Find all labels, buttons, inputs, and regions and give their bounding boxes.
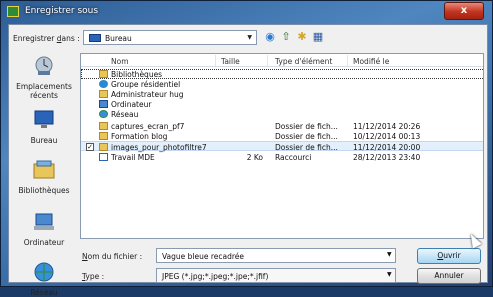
column-size[interactable]: Taille — [221, 57, 240, 66]
location-dropdown[interactable]: Bureau ▼ — [83, 30, 257, 45]
place-libraries[interactable]: Bibliothèques — [12, 159, 76, 195]
computer-icon — [34, 213, 54, 230]
cancel-button[interactable]: Annuler — [417, 268, 481, 284]
filename-input[interactable]: Vague bleue recadrée — [156, 248, 396, 263]
close-button[interactable]: x — [444, 2, 484, 20]
filetype-label: Type : — [82, 272, 105, 281]
list-item[interactable]: captures_ecran_pf7 Dossier de fich... 11… — [81, 121, 483, 131]
up-folder-icon[interactable]: ⇧ — [279, 30, 293, 44]
file-name: Ordinateur — [111, 100, 152, 109]
list-item[interactable]: Administrateur hug — [81, 89, 483, 99]
place-label: Bureau — [30, 136, 58, 145]
list-item[interactable]: Ordinateur — [81, 99, 483, 109]
view-menu-icon[interactable]: ▦ — [311, 30, 325, 44]
desktop-icon — [34, 110, 54, 128]
computer-icon — [99, 100, 108, 108]
list-item[interactable]: Travail MDE 2 Ko Raccourci 28/12/2013 23… — [81, 152, 483, 162]
file-type: Dossier de fich... — [275, 132, 338, 141]
window-title: Enregistrer sous — [25, 6, 99, 16]
file-name: Bibliothèques — [111, 70, 163, 79]
place-label: Réseau — [30, 288, 58, 297]
chevron-down-icon[interactable]: ▼ — [387, 251, 392, 258]
places-bar: Emplacements récents Bureau Bibliothèque… — [12, 53, 76, 297]
file-type: Dossier de fich... — [275, 143, 338, 152]
file-modified: 11/12/2014 20:00 — [353, 143, 421, 152]
chevron-down-icon[interactable]: ▼ — [387, 271, 392, 278]
file-name: captures_ecran_pf7 — [111, 122, 185, 131]
place-label: Bibliothèques — [18, 186, 70, 195]
place-label: Emplacements récents — [16, 82, 72, 100]
file-modified: 11/12/2014 20:26 — [353, 122, 421, 131]
list-item-selected[interactable]: ✓ images_pour_photofiltre7 Dossier de fi… — [81, 141, 483, 152]
place-network[interactable]: Réseau — [12, 261, 76, 297]
chevron-down-icon: ▼ — [247, 34, 252, 41]
filetype-select[interactable]: JPEG (*.jpg;*.jpeg;*.jpe;*.jfif) — [156, 268, 396, 283]
column-divider — [215, 55, 216, 66]
file-modified: 28/12/2013 23:40 — [353, 153, 421, 162]
folder-icon — [99, 143, 108, 151]
list-item[interactable]: Bibliothèques — [81, 69, 483, 79]
open-button[interactable]: Ouvrir — [417, 248, 481, 264]
file-type: Raccourci — [275, 153, 312, 162]
place-recent[interactable]: Emplacements récents — [12, 55, 76, 100]
recent-places-icon — [35, 56, 53, 75]
column-modified[interactable]: Modifié le — [353, 57, 389, 66]
libraries-icon — [99, 70, 108, 78]
location-value: Bureau — [105, 34, 132, 43]
title-bar: Enregistrer sous x — [1, 1, 493, 23]
file-modified: 10/12/2014 00:13 — [353, 132, 421, 141]
column-name[interactable]: Nom — [111, 57, 129, 66]
file-name: Réseau — [111, 110, 139, 119]
file-size: 2 Ko — [246, 153, 263, 162]
network-icon — [34, 262, 54, 282]
file-name: Administrateur hug — [111, 90, 184, 99]
place-desktop[interactable]: Bureau — [12, 109, 76, 145]
shortcut-icon — [99, 153, 108, 161]
dialog-body: Enregistrer dans : Bureau ▼ ◉ ⇧ ✱ ▦ Empl… — [8, 24, 488, 297]
place-label: Ordinateur — [23, 238, 65, 247]
file-name: images_pour_photofiltre7 — [111, 143, 207, 152]
column-type[interactable]: Type d'élément — [275, 57, 332, 66]
checkbox-icon[interactable]: ✓ — [86, 143, 94, 151]
new-folder-icon[interactable]: ✱ — [295, 30, 309, 44]
file-type: Dossier de fich... — [275, 122, 338, 131]
file-list[interactable]: Nom Taille Type d'élément Modifié le Bib… — [80, 53, 484, 239]
folder-icon — [99, 132, 108, 140]
save-as-dialog: Enregistrer sous x Enregistrer dans : Bu… — [0, 0, 493, 297]
file-name: Travail MDE — [111, 153, 155, 162]
file-list-header: Nom Taille Type d'élément Modifié le — [81, 54, 483, 67]
column-divider — [267, 55, 268, 66]
column-divider — [347, 55, 348, 66]
file-name: Formation blog — [111, 132, 168, 141]
file-name: Groupe résidentiel — [111, 80, 181, 89]
place-computer[interactable]: Ordinateur — [12, 211, 76, 247]
app-icon — [7, 6, 19, 17]
homegroup-icon — [99, 80, 108, 88]
save-in-label: Enregistrer dans : — [13, 34, 80, 43]
list-item[interactable]: Formation blog Dossier de fich... 10/12/… — [81, 131, 483, 141]
list-item[interactable]: Groupe résidentiel — [81, 79, 483, 89]
user-folder-icon — [99, 90, 108, 98]
network-icon — [99, 110, 108, 118]
libraries-icon — [33, 160, 55, 179]
filename-label: Nom du fichier : — [82, 252, 143, 261]
list-item[interactable]: Réseau — [81, 109, 483, 119]
back-icon[interactable]: ◉ — [263, 30, 277, 44]
desktop-icon — [89, 34, 101, 42]
folder-icon — [99, 122, 108, 130]
